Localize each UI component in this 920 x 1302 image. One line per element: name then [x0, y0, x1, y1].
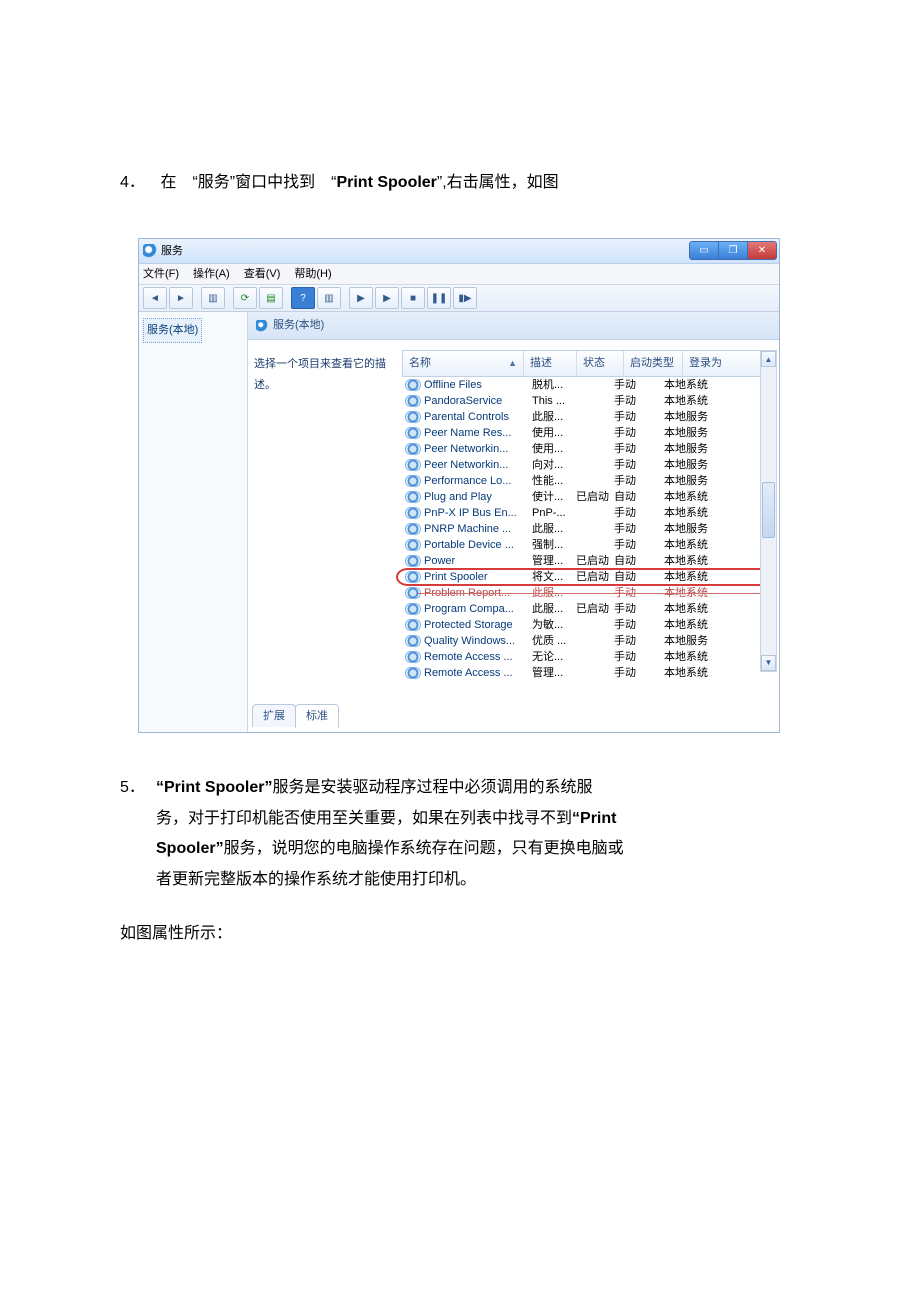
scroll-track[interactable] [762, 367, 775, 654]
step-5-line3: 服务，说明您的电脑操作系统存在问题，只有更换电脑或 [224, 840, 624, 857]
tree-pane[interactable]: 服务(本地) [139, 312, 248, 732]
gear-icon [405, 667, 421, 679]
detail-tabs: 扩展标准 [248, 704, 779, 733]
gear-icon [405, 395, 421, 407]
tree-root-item[interactable]: 服务(本地) [143, 318, 202, 343]
gear-icon [405, 475, 421, 487]
help-button[interactable]: ? [291, 287, 315, 309]
detail-pane: 服务(本地) 选择一个项目来查看它的描述。 名称 ▲ 描述 状态 [248, 312, 779, 732]
service-name: Remote Access ... [424, 663, 532, 684]
properties-button[interactable]: ▥ [317, 287, 341, 309]
gear-icon [405, 459, 421, 471]
titlebar[interactable]: 服务 ▭ ❐ ✕ [139, 239, 779, 264]
step-5-number: 5． [120, 773, 156, 803]
pause-service-button[interactable]: ❚❚ [427, 287, 451, 309]
col-name-label: 名称 [409, 353, 431, 374]
step-4-bold: Print Spooler [336, 174, 436, 191]
step-5-line2: 务，对于打印机能否使用至关重要，如果在列表中找寻不到 [156, 810, 572, 827]
gear-icon [405, 555, 421, 567]
gear-icon [405, 443, 421, 455]
description-prompt: 选择一个项目来查看它的描述。 [254, 358, 386, 391]
table-header: 名称 ▲ 描述 状态 启动类型 登录为 [402, 350, 773, 377]
scroll-down-button[interactable]: ▼ [761, 655, 776, 671]
gear-icon [405, 411, 421, 423]
services-table-body: Offline Files脱机...手动本地系统PandoraServiceTh… [402, 377, 773, 681]
toolbar-sep [195, 288, 199, 308]
gear-icon [405, 571, 421, 583]
step-5-bold-2: “Print [572, 810, 616, 827]
gear-icon [405, 603, 421, 615]
step-5-line4: 者更新完整版本的操作系统才能使用打印机。 [120, 865, 820, 895]
menu-action[interactable]: 操作(A) [193, 264, 230, 285]
service-logon: 本地系统 [664, 663, 773, 684]
gear-icon [405, 539, 421, 551]
col-name[interactable]: 名称 ▲ [403, 351, 524, 376]
step-4-text-a: 在 “服务”窗口中找到 “ [160, 174, 336, 191]
detail-header: 服务(本地) [248, 312, 779, 340]
menu-file[interactable]: 文件(F) [143, 264, 179, 285]
menu-help[interactable]: 帮助(H) [294, 264, 331, 285]
footer-label: 如图属性所示： [120, 925, 232, 942]
toolbar: ◄ ► ▥ ⟳ ▤ ? ▥ ▶ ▶ ■ ❚❚ ▮▶ [139, 285, 779, 312]
sort-arrow-icon: ▲ [508, 355, 517, 372]
services-icon [143, 244, 157, 258]
col-desc[interactable]: 描述 [524, 351, 577, 376]
tree-root-label: 服务(本地) [147, 324, 198, 336]
step-5: 5．“Print Spooler”服务是安装驱动程序过程中必须调用的系统服 务，… [120, 773, 820, 895]
export-button[interactable]: ▤ [259, 287, 283, 309]
gear-icon [405, 651, 421, 663]
step-4-text-b: ”,右击属性，如图 [437, 174, 559, 191]
step-5-line1: 服务是安装驱动程序过程中必须调用的系统服 [272, 779, 592, 796]
vertical-scrollbar[interactable]: ▲ ▼ [760, 350, 777, 671]
gear-icon [405, 619, 421, 631]
service-row[interactable]: Remote Access ...管理... 手动本地系统 [402, 665, 773, 681]
gear-icon [405, 523, 421, 535]
gear-icon [405, 635, 421, 647]
col-start[interactable]: 启动类型 [624, 351, 683, 376]
col-status[interactable]: 状态 [577, 351, 624, 376]
gear-icon [405, 587, 421, 599]
scroll-thumb[interactable] [762, 482, 775, 538]
show-hide-tree-button[interactable]: ▥ [201, 287, 225, 309]
toolbar-sep [285, 288, 289, 308]
close-button[interactable]: ✕ [747, 241, 777, 260]
tab-standard[interactable]: 标准 [295, 704, 339, 729]
detail-title: 服务(本地) [273, 315, 324, 336]
menubar: 文件(F) 操作(A) 查看(V) 帮助(H) [139, 264, 779, 285]
stop-service-button[interactable]: ■ [401, 287, 425, 309]
description-column: 选择一个项目来查看它的描述。 [254, 350, 402, 699]
start-service-button-2[interactable]: ▶ [375, 287, 399, 309]
minimize-button[interactable]: ▭ [689, 241, 719, 260]
step-5-bold-1: “Print Spooler” [156, 779, 272, 796]
step-4: 4． 在 “服务”窗口中找到 “Print Spooler”,右击属性，如图 [120, 168, 820, 198]
gear-icon [405, 491, 421, 503]
services-icon [256, 320, 268, 332]
col-logon[interactable]: 登录为 [683, 351, 772, 376]
window-title: 服务 [161, 241, 183, 262]
gear-icon [405, 427, 421, 439]
service-start: 手动 [614, 663, 664, 684]
refresh-button[interactable]: ⟳ [233, 287, 257, 309]
tab-extended[interactable]: 扩展 [252, 704, 296, 728]
toolbar-sep [343, 288, 347, 308]
maximize-button[interactable]: ❐ [718, 241, 748, 260]
restart-service-button[interactable]: ▮▶ [453, 287, 477, 309]
gear-icon [405, 507, 421, 519]
step-5-bold-3: Spooler” [156, 840, 224, 857]
forward-button[interactable]: ► [169, 287, 193, 309]
toolbar-sep [227, 288, 231, 308]
scroll-up-button[interactable]: ▲ [761, 351, 776, 367]
back-button[interactable]: ◄ [143, 287, 167, 309]
start-service-button[interactable]: ▶ [349, 287, 373, 309]
footer-text: 如图属性所示： [120, 919, 820, 949]
step-4-number: 4． [120, 168, 156, 198]
service-desc: 管理... [532, 663, 576, 684]
menu-view[interactable]: 查看(V) [244, 264, 281, 285]
services-window: 服务 ▭ ❐ ✕ 文件(F) 操作(A) 查看(V) 帮助(H) ◄ ► ▥ ⟳… [138, 238, 780, 733]
gear-icon [405, 379, 421, 391]
